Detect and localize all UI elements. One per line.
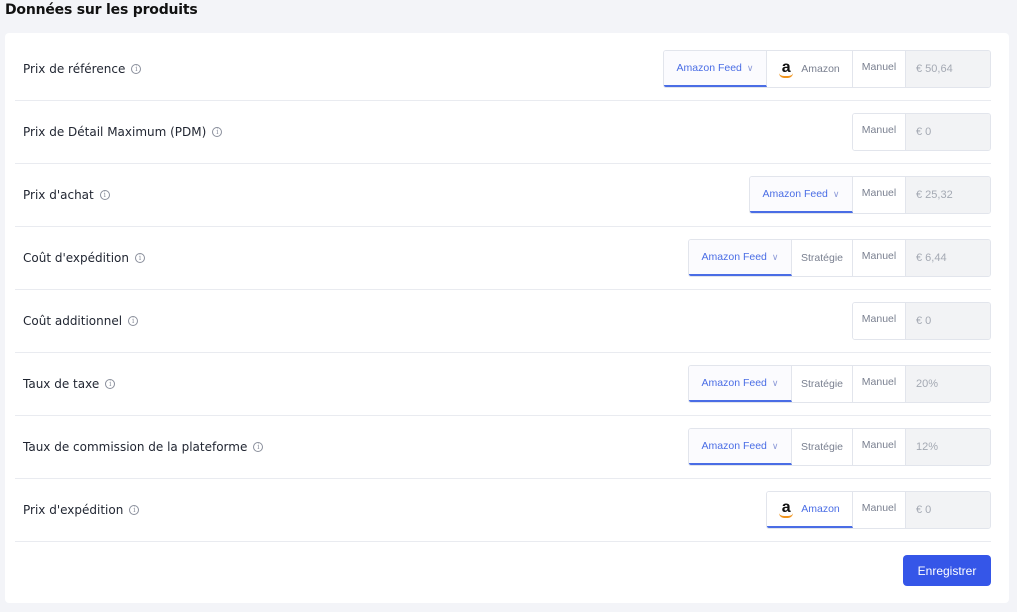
amazon-feed-dropdown[interactable]: Amazon Feed ∨ bbox=[689, 429, 792, 465]
row-label: Coût d'expédition bbox=[23, 251, 129, 265]
info-icon[interactable]: i bbox=[134, 253, 145, 263]
row-label: Coût additionnel bbox=[23, 314, 123, 328]
source-selector: a Amazon Manuel € 0 bbox=[766, 491, 991, 529]
info-icon[interactable]: i bbox=[129, 505, 140, 515]
row-label: Taux de commission de la plateforme bbox=[23, 440, 248, 454]
source-selector: Amazon Feed ∨ Manuel € 25,32 bbox=[749, 176, 991, 214]
strategie-option[interactable]: Stratégie bbox=[792, 429, 853, 465]
info-icon[interactable]: i bbox=[212, 127, 223, 137]
info-icon[interactable]: i bbox=[128, 316, 139, 326]
strategie-option[interactable]: Stratégie bbox=[792, 240, 853, 276]
row-cout-expedition: Coût d'expédition i Amazon Feed ∨ Straté… bbox=[15, 227, 991, 290]
row-prix-detail-maximum: Prix de Détail Maximum (PDM) i Manuel € … bbox=[15, 101, 991, 164]
manuel-option[interactable]: Manuel bbox=[853, 303, 906, 339]
source-selector: Manuel € 0 bbox=[852, 113, 991, 151]
source-selector: Amazon Feed ∨ Stratégie Manuel 20% bbox=[688, 365, 991, 403]
info-icon[interactable]: i bbox=[131, 64, 142, 74]
value-field[interactable]: 20% bbox=[906, 366, 990, 402]
chevron-down-icon: ∨ bbox=[771, 251, 779, 262]
value-field[interactable]: € 25,32 bbox=[906, 177, 990, 213]
info-icon[interactable]: i bbox=[253, 442, 264, 452]
info-icon[interactable]: i bbox=[99, 190, 110, 200]
row-prix-achat: Prix d'achat i Amazon Feed ∨ Manuel € 25… bbox=[15, 164, 991, 227]
row-cout-additionnel: Coût additionnel i Manuel € 0 bbox=[15, 290, 991, 353]
value-field[interactable]: € 0 bbox=[906, 303, 990, 339]
manuel-option[interactable]: Manuel bbox=[853, 366, 906, 402]
amazon-source-option[interactable]: a Amazon bbox=[767, 492, 853, 528]
value-field[interactable]: € 6,44 bbox=[906, 240, 990, 276]
source-selector: Amazon Feed ∨ a Amazon Manuel € 50,64 bbox=[663, 50, 991, 88]
save-button[interactable]: Enregistrer bbox=[903, 555, 991, 586]
row-label: Prix de référence bbox=[23, 62, 126, 76]
strategie-option[interactable]: Stratégie bbox=[792, 366, 853, 402]
amazon-feed-dropdown[interactable]: Amazon Feed ∨ bbox=[689, 240, 792, 276]
row-label: Prix d'achat bbox=[23, 188, 94, 202]
chevron-down-icon: ∨ bbox=[746, 62, 754, 73]
chevron-down-icon: ∨ bbox=[832, 188, 840, 199]
row-prix-expedition: Prix d'expédition i a Amazon Manuel € 0 bbox=[15, 479, 991, 542]
source-selector: Amazon Feed ∨ Stratégie Manuel 12% bbox=[688, 428, 991, 466]
chevron-down-icon: ∨ bbox=[771, 440, 779, 451]
value-field[interactable]: € 50,64 bbox=[906, 51, 990, 87]
row-label: Prix d'expédition bbox=[23, 503, 124, 517]
manuel-option[interactable]: Manuel bbox=[853, 114, 906, 150]
value-field[interactable]: 12% bbox=[906, 429, 990, 465]
manuel-option[interactable]: Manuel bbox=[853, 240, 906, 276]
info-icon[interactable]: i bbox=[105, 379, 116, 389]
section-title: Données sur les produits bbox=[5, 2, 198, 18]
amazon-logo-icon: a bbox=[779, 500, 794, 518]
manuel-option[interactable]: Manuel bbox=[853, 177, 906, 213]
row-label: Prix de Détail Maximum (PDM) bbox=[23, 125, 207, 139]
product-data-card: Prix de référence i Amazon Feed ∨ a Amaz… bbox=[5, 33, 1009, 603]
amazon-source-option[interactable]: a Amazon bbox=[767, 51, 853, 87]
value-field[interactable]: € 0 bbox=[906, 114, 990, 150]
manuel-option[interactable]: Manuel bbox=[853, 429, 906, 465]
row-label: Taux de taxe bbox=[23, 377, 100, 391]
row-taux-commission: Taux de commission de la plateforme i Am… bbox=[15, 416, 991, 479]
amazon-feed-dropdown[interactable]: Amazon Feed ∨ bbox=[664, 51, 767, 87]
manuel-option[interactable]: Manuel bbox=[853, 51, 906, 87]
row-prix-reference: Prix de référence i Amazon Feed ∨ a Amaz… bbox=[15, 38, 991, 101]
source-selector: Manuel € 0 bbox=[852, 302, 991, 340]
amazon-feed-dropdown[interactable]: Amazon Feed ∨ bbox=[750, 177, 853, 213]
row-taux-taxe: Taux de taxe i Amazon Feed ∨ Stratégie M… bbox=[15, 353, 991, 416]
amazon-feed-dropdown[interactable]: Amazon Feed ∨ bbox=[689, 366, 792, 402]
value-field[interactable]: € 0 bbox=[906, 492, 990, 528]
chevron-down-icon: ∨ bbox=[771, 377, 779, 388]
amazon-logo-icon: a bbox=[779, 60, 794, 78]
source-selector: Amazon Feed ∨ Stratégie Manuel € 6,44 bbox=[688, 239, 991, 277]
manuel-option[interactable]: Manuel bbox=[853, 492, 906, 528]
